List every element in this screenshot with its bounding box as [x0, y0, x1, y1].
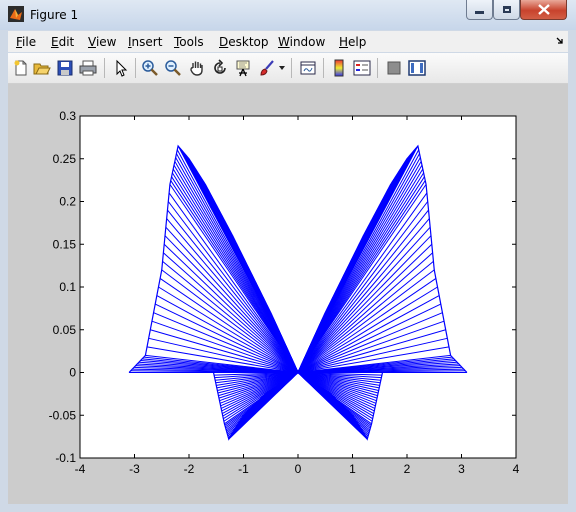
minimize-icon [475, 11, 484, 14]
y-tick-label: 0.15 [53, 237, 77, 251]
y-tick-label: 0.2 [59, 195, 76, 209]
menu-tools[interactable]: Tools [174, 35, 204, 49]
close-button[interactable] [520, 0, 567, 20]
menu-bar: File Edit View Insert Tools Desktop Wind… [8, 31, 568, 52]
menu-view[interactable]: View [88, 35, 116, 49]
menu-edit[interactable]: Edit [51, 35, 74, 49]
figure-canvas[interactable]: -4 -3 -2 -1 0 1 2 3 4 -0.1 -0.05 0 0.05 0.1 0.15 0.2 0.2… [8, 84, 568, 504]
toolbar-separator [377, 58, 378, 78]
link-plot-icon[interactable] [299, 59, 317, 77]
print-icon[interactable] [79, 59, 97, 77]
pan-hand-icon[interactable] [188, 59, 206, 77]
toolbar-separator [323, 58, 324, 78]
toolbar-separator [104, 58, 105, 78]
menu-window[interactable]: Window [278, 35, 325, 49]
chevron-down-icon[interactable] [279, 66, 285, 70]
axes-background [79, 115, 517, 459]
dock-arrow-icon[interactable] [556, 37, 564, 45]
insert-legend-icon[interactable] [353, 59, 371, 77]
zoom-in-icon[interactable] [141, 59, 159, 77]
toolbar-separator [135, 58, 136, 78]
window-title: Figure 1 [30, 8, 79, 22]
rotate-3d-icon[interactable] [211, 59, 229, 77]
toolbar-separator [291, 58, 292, 78]
x-tick-label: 3 [458, 462, 465, 476]
figure-toolbar [8, 53, 568, 84]
y-tick-label: 0.05 [53, 323, 77, 337]
y-tick-label: 0.3 [59, 109, 76, 123]
x-tick-label: 4 [513, 462, 520, 476]
menu-desktop[interactable]: Desktop [219, 35, 269, 49]
menu-help[interactable]: Help [339, 35, 366, 49]
menu-insert[interactable]: Insert [128, 35, 162, 49]
x-tick-label: -2 [184, 462, 195, 476]
x-tick-label: 1 [349, 462, 356, 476]
zoom-out-icon[interactable] [164, 59, 182, 77]
x-tick-label: -4 [75, 462, 86, 476]
plot-axes[interactable]: -4 -3 -2 -1 0 1 2 3 4 -0.1 -0.05 0 0.05 0.1 0.15 0.2 0.2… [8, 84, 568, 504]
maximize-button[interactable] [493, 0, 520, 20]
title-bar[interactable]: Figure 1 [0, 0, 576, 30]
restore-icon [502, 6, 511, 13]
close-icon [537, 4, 550, 15]
edit-plot-arrow-icon[interactable] [112, 59, 130, 77]
insert-colorbar-icon[interactable] [330, 59, 348, 77]
new-figure-icon[interactable] [12, 59, 30, 77]
menu-file[interactable]: File [16, 35, 36, 49]
y-tick-label: 0.1 [59, 280, 76, 294]
x-tick-label: -3 [129, 462, 140, 476]
open-file-icon[interactable] [33, 59, 51, 77]
y-tick-label: -0.1 [55, 451, 76, 465]
data-cursor-icon[interactable] [234, 59, 252, 77]
brush-icon[interactable] [258, 59, 276, 77]
x-tick-label: 0 [295, 462, 302, 476]
x-tick-label: -1 [238, 462, 249, 476]
x-tick-label: 2 [404, 462, 411, 476]
save-icon[interactable] [56, 59, 74, 77]
minimize-button[interactable] [466, 0, 493, 20]
hide-plot-tools-icon[interactable] [385, 59, 403, 77]
y-tick-label: -0.05 [49, 408, 77, 422]
matlab-figure-window: Figure 1 File Edit View Insert Tools Des… [0, 0, 576, 512]
matlab-app-icon [8, 6, 24, 22]
y-tick-label: 0 [69, 366, 76, 380]
y-tick-label: 0.25 [53, 152, 77, 166]
show-plot-tools-icon[interactable] [408, 59, 426, 77]
